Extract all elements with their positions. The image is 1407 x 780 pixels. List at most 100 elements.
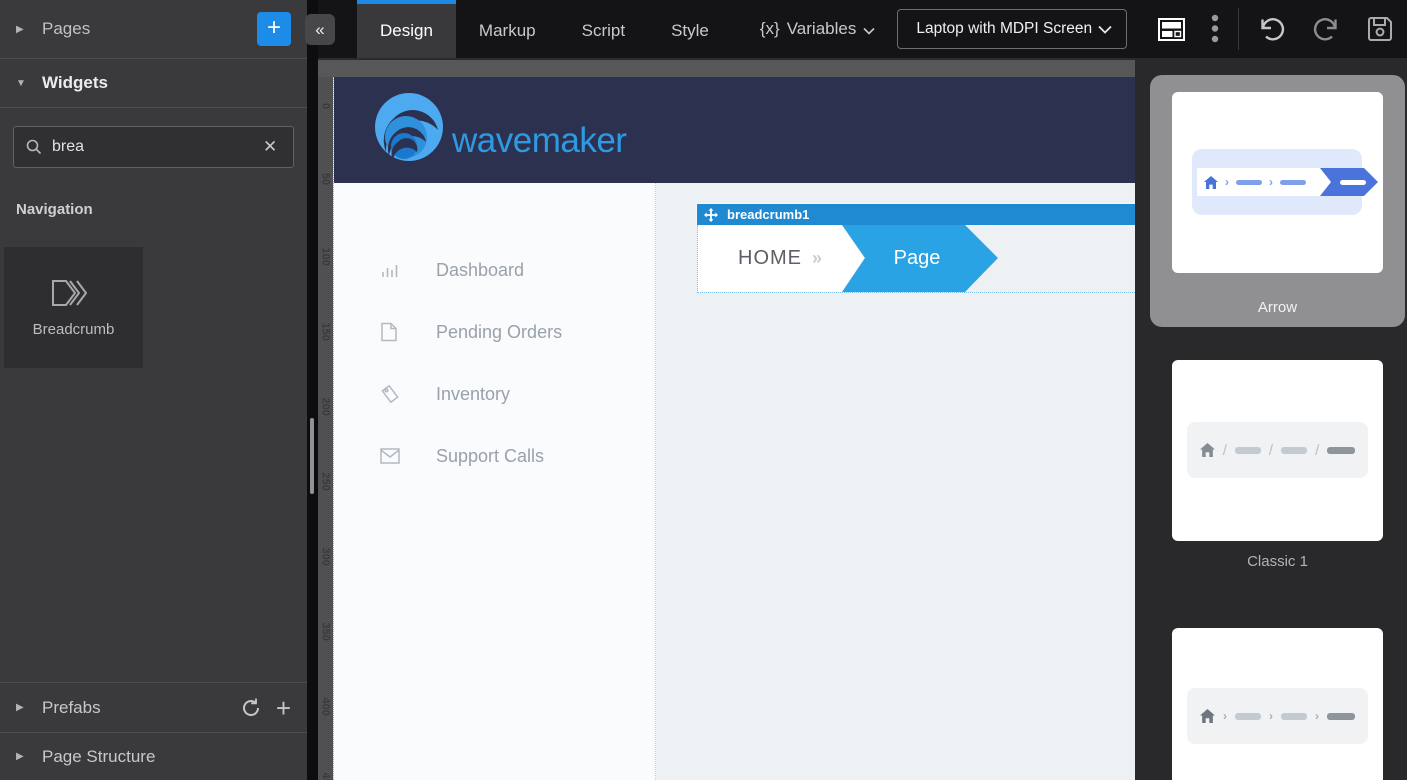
tag-icon xyxy=(380,384,402,404)
nav-item-label: Inventory xyxy=(436,384,510,405)
sidebar-item-prefabs[interactable]: ▶ Prefabs + xyxy=(0,682,307,733)
breadcrumb-widget-selection[interactable]: breadcrumb1 HOME » Page xyxy=(697,204,1137,293)
envelope-icon xyxy=(380,448,402,464)
nav-item-pending-orders[interactable]: Pending Orders xyxy=(334,301,655,363)
ruler-label: 400 xyxy=(320,698,332,711)
style-option-third[interactable]: › › › xyxy=(1172,628,1383,780)
breadcrumb-separator-icon: » xyxy=(812,248,822,269)
nav-item-dashboard[interactable]: Dashboard xyxy=(334,239,655,301)
page-structure-label: Page Structure xyxy=(42,747,155,767)
chevron-right-icon: › xyxy=(1315,709,1319,723)
variables-label: Variables xyxy=(787,19,857,39)
breadcrumb-item-page[interactable]: Page xyxy=(842,225,998,292)
caret-right-icon: ▶ xyxy=(16,751,30,762)
move-icon[interactable] xyxy=(704,208,718,222)
ruler-label: 0 xyxy=(320,100,332,113)
ruler-label: 100 xyxy=(320,248,332,261)
chevron-down-icon xyxy=(1098,25,1112,34)
breadcrumb-icon xyxy=(50,277,98,309)
tab-markup[interactable]: Markup xyxy=(456,0,559,58)
ruler-label: 300 xyxy=(320,548,332,561)
active-crumb-placeholder xyxy=(1327,713,1355,720)
breadcrumb-style-panel: › › Arrow / / / xyxy=(1135,58,1407,780)
breadcrumb-widget-tile[interactable]: Breadcrumb xyxy=(4,247,143,368)
clear-search-icon[interactable]: ✕ xyxy=(259,135,281,159)
caret-right-icon: ▶ xyxy=(16,24,30,35)
ruler-label: 50 xyxy=(320,173,332,186)
sidebar-scrollbar[interactable] xyxy=(307,0,318,780)
save-icon[interactable] xyxy=(1353,15,1407,43)
ruler-label: 350 xyxy=(320,623,332,636)
third-style-preview: › › › xyxy=(1187,688,1368,744)
refresh-prefabs-icon[interactable] xyxy=(240,697,262,719)
chevron-right-icon: › xyxy=(1225,175,1229,189)
crumb-placeholder xyxy=(1236,180,1262,185)
design-canvas: 0 50 100 150 200 250 300 350 400 450 xyxy=(318,58,1135,780)
more-options-kebab-icon[interactable] xyxy=(1198,14,1232,44)
collapse-sidebar-button[interactable]: « xyxy=(305,14,335,45)
active-crumb-placeholder xyxy=(1327,447,1355,454)
page-header: wavemaker xyxy=(334,77,1135,183)
sidebar-item-widgets[interactable]: ▼ Widgets xyxy=(0,58,307,108)
crumb-placeholder xyxy=(1281,447,1307,454)
undo-icon[interactable] xyxy=(1245,16,1299,42)
sidebar-item-pages[interactable]: ▶ Pages + xyxy=(0,0,307,58)
crumb-placeholder xyxy=(1281,713,1307,720)
search-icon xyxy=(26,139,42,155)
tab-variables[interactable]: {x} Variables xyxy=(760,0,875,58)
nav-item-support-calls[interactable]: Support Calls xyxy=(334,425,655,487)
style-option-arrow[interactable]: › › Arrow xyxy=(1150,75,1405,327)
variables-icon: {x} xyxy=(760,19,780,39)
scrollbar-thumb[interactable] xyxy=(310,418,314,494)
add-page-button[interactable]: + xyxy=(257,12,291,46)
home-icon xyxy=(1200,709,1215,723)
chevron-right-icon: › xyxy=(1269,175,1273,189)
editor-tabs: Design Markup Script Style xyxy=(357,0,732,58)
nav-item-inventory[interactable]: Inventory xyxy=(334,363,655,425)
caret-down-icon: ▼ xyxy=(16,78,30,89)
widget-search-box: ✕ xyxy=(13,126,294,168)
slash-separator: / xyxy=(1315,442,1319,459)
breadcrumb-item-home[interactable]: HOME » xyxy=(698,225,864,292)
left-sidebar: ▶ Pages + ▼ Widgets ✕ Navigation xyxy=(0,0,307,780)
nav-item-label: Support Calls xyxy=(436,446,544,467)
slash-separator: / xyxy=(1269,442,1273,459)
chevron-down-icon xyxy=(863,27,875,35)
ruler-label: 150 xyxy=(320,323,332,336)
redo-icon[interactable] xyxy=(1299,16,1353,42)
tab-style[interactable]: Style xyxy=(648,0,732,58)
tab-script[interactable]: Script xyxy=(559,0,648,58)
prefabs-label: Prefabs xyxy=(42,698,101,718)
top-toolbar: « Design Markup Script Style {x} Variabl… xyxy=(318,0,1407,58)
classic1-style-preview: / / / xyxy=(1187,422,1368,478)
layout-preview-icon[interactable] xyxy=(1145,18,1198,41)
home-icon xyxy=(1200,443,1215,457)
wavemaker-logo-text: wavemaker xyxy=(452,121,626,161)
breadcrumb-tile-label: Breadcrumb xyxy=(33,321,115,338)
crumb-label: HOME xyxy=(738,247,802,270)
widgets-label: Widgets xyxy=(42,73,108,93)
tab-design[interactable]: Design xyxy=(357,0,456,58)
sidebar-item-page-structure[interactable]: ▶ Page Structure xyxy=(0,733,307,780)
horizontal-ruler xyxy=(318,58,1135,77)
style-option-label: Arrow xyxy=(1150,299,1405,316)
page-left-nav: Dashboard Pending Orders xyxy=(334,183,656,780)
breadcrumb-preview: HOME » Page xyxy=(697,225,1137,293)
widget-selection-bar[interactable]: breadcrumb1 xyxy=(697,204,1137,225)
add-prefab-icon[interactable]: + xyxy=(276,698,291,718)
caret-right-icon: ▶ xyxy=(16,702,30,713)
chevron-right-icon: › xyxy=(1269,709,1273,723)
pages-label: Pages xyxy=(42,19,90,39)
search-input[interactable] xyxy=(52,138,259,156)
device-selector-dropdown[interactable]: Laptop with MDPI Screen xyxy=(897,9,1127,49)
widget-name-label: breadcrumb1 xyxy=(727,207,809,222)
style-option-card[interactable]: › › xyxy=(1172,92,1383,273)
chevron-right-icon: › xyxy=(1223,709,1227,723)
wavemaker-logo-icon xyxy=(372,90,446,170)
ruler-label: 450 xyxy=(320,773,332,780)
crumb-placeholder xyxy=(1280,180,1306,185)
home-icon xyxy=(1204,176,1218,189)
page-preview: wavemaker Dashboard xyxy=(333,77,1135,780)
style-option-classic1[interactable]: / / / xyxy=(1172,360,1383,541)
crumb-placeholder xyxy=(1235,447,1261,454)
